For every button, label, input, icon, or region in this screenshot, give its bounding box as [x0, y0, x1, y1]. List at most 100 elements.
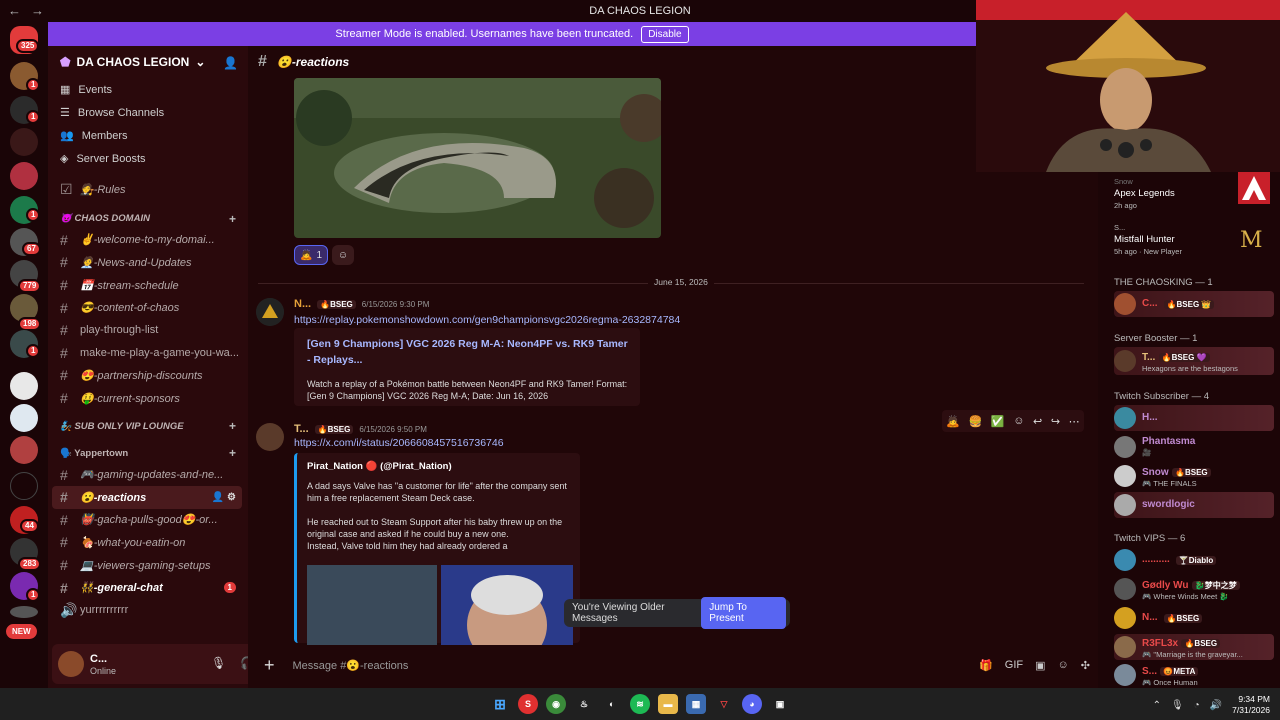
forward-arrow-icon[interactable]: → [31, 3, 44, 18]
server-icon[interactable] [10, 472, 38, 500]
new-pill[interactable]: NEW [6, 624, 37, 639]
channel-item[interactable]: # ✌️-welcome-to-my-domai... [48, 229, 242, 252]
add-reaction-button[interactable]: ☺ [332, 245, 354, 265]
author-name[interactable]: T... [294, 423, 309, 435]
server-icon[interactable] [10, 436, 38, 464]
embed-image[interactable] [307, 565, 437, 645]
server-icon[interactable] [10, 404, 38, 432]
channel-item[interactable]: # 😍-partnership-discounts [48, 364, 242, 387]
channel-general-chat[interactable]: # 👯-general-chat 1 [48, 576, 242, 599]
member-row[interactable]: .......... 🍸Diablo [1114, 547, 1274, 573]
sticker-icon[interactable]: ▣ [1035, 659, 1045, 672]
server-icon[interactable] [10, 162, 38, 190]
embed-image[interactable] [441, 565, 573, 665]
add-channel-icon[interactable]: + [229, 419, 236, 433]
channel-rules[interactable]: ☑ 🧑‍⚖️-Rules [48, 178, 242, 201]
channel-item[interactable]: # 💻-viewers-gaming-setups [48, 554, 242, 577]
add-reaction-icon[interactable]: ☺ [1013, 415, 1024, 427]
chrome-icon[interactable]: ◉ [546, 694, 566, 714]
channel-item[interactable]: # 🎮-gaming-updates-and-ne... [48, 463, 242, 486]
avatar[interactable] [58, 651, 84, 677]
channel-item[interactable]: # 🤑-current-sponsors [48, 387, 242, 410]
disable-button[interactable]: Disable [641, 25, 689, 43]
nav-server-boosts[interactable]: ◈ Server Boosts [48, 147, 248, 170]
microphone-icon[interactable]: 🎙 [1171, 700, 1184, 711]
member-row[interactable]: swordlogic [1114, 492, 1274, 518]
chevron-up-icon[interactable]: ⌃ [1153, 700, 1161, 711]
file-explorer-icon[interactable]: ▬ [658, 694, 678, 714]
message-input[interactable]: Message #😮-reactions [293, 659, 409, 672]
app-icon[interactable]: ◐ [602, 694, 622, 714]
channel-settings-icon[interactable]: 👤 ⚙ [212, 492, 236, 503]
nav-members[interactable]: 👥 Members [48, 124, 248, 147]
check-reaction-icon[interactable]: ✅ [991, 415, 1005, 428]
channel-item[interactable]: # 🧑‍💼-News-and-Updates [48, 251, 242, 274]
gift-icon[interactable]: 🎁 [979, 659, 993, 672]
reply-icon[interactable]: ↩ [1033, 415, 1042, 428]
channel-item[interactable]: # 😎-content-of-chaos [48, 296, 242, 319]
store-icon[interactable]: ▦ [686, 694, 706, 714]
author-name[interactable]: N... [294, 298, 311, 310]
add-channel-icon[interactable]: + [229, 212, 236, 226]
jump-to-present-button[interactable]: Jump To Present [701, 597, 786, 629]
category-yappertown[interactable]: 🗣️ Yappertown + [48, 443, 248, 463]
member-row[interactable]: H... [1114, 405, 1274, 431]
microphone-icon[interactable]: 🎙 [211, 656, 226, 670]
attach-plus-icon[interactable]: + [264, 655, 275, 676]
app-icon[interactable]: S [518, 694, 538, 714]
activity-card[interactable]: S... Mistfall Hunter 5h ago · New Player [1114, 222, 1182, 258]
spotify-icon[interactable]: ≋ [630, 694, 650, 714]
member-row[interactable]: N... 🔥BSEG [1114, 605, 1274, 631]
nav-events[interactable]: ▦ Events [48, 78, 248, 101]
member-row[interactable]: C... 🔥BSEG 👑 [1114, 291, 1274, 317]
member-row[interactable]: Gødly Wu 🐉梦中之梦 🎮 Where Winds Meet 🐉 [1114, 576, 1274, 602]
message-link[interactable]: https://replay.pokemonshowdown.com/gen9c… [294, 314, 680, 326]
channel-item[interactable]: # play-through-list [48, 319, 242, 342]
channel-item[interactable]: # 🍖-what-you-eatin-on [48, 531, 242, 554]
avatar[interactable] [256, 423, 284, 451]
voice-channel[interactable]: 🔊 yurrrrrrrrrr [48, 599, 242, 622]
nav-browse-channels[interactable]: ☰ Browse Channels [48, 101, 248, 124]
windows-start-icon[interactable]: ⊞ [490, 694, 510, 714]
back-arrow-icon[interactable]: ← [8, 3, 21, 18]
embed-title[interactable]: [Gen 9 Champions] VGC 2026 Reg M-A: Neon… [307, 336, 630, 368]
steam-icon[interactable]: ♨ [574, 694, 594, 714]
message-composer[interactable]: + Message #😮-reactions 🎁 GIF ▣ ☺ ✣ [250, 648, 1096, 682]
server-icon[interactable] [10, 606, 38, 618]
discord-icon[interactable]: ◕ [742, 694, 762, 714]
member-row[interactable]: R3FL3x 🔥BSEG 🎮 "Marriage is the graveyar… [1114, 634, 1274, 660]
more-icon[interactable]: ⋯ [1069, 415, 1080, 428]
server-icon[interactable] [10, 128, 38, 156]
avatar[interactable] [256, 298, 284, 326]
app-icon[interactable]: ▽ [714, 694, 734, 714]
member-row[interactable]: Phantasma 🎥 [1114, 434, 1274, 460]
emoji-icon[interactable]: ☺ [1058, 659, 1069, 672]
member-row[interactable]: Snow 🔥BSEG 🎮 THE FINALS [1114, 463, 1274, 489]
emoji-reaction-icon[interactable]: 🍔 [969, 415, 983, 428]
server-header[interactable]: ⬟ DA CHAOS LEGION ⌄ 👤 [48, 46, 248, 78]
message-image[interactable] [294, 78, 661, 238]
gif-icon[interactable]: GIF [1005, 659, 1023, 672]
app-icon[interactable]: ▣ [770, 694, 790, 714]
category-chaos-domain[interactable]: 😈 CHAOS DOMAIN + [48, 209, 248, 229]
channel-item[interactable]: # make-me-play-a-game-you-wa... [48, 342, 242, 365]
add-channel-icon[interactable]: + [229, 446, 236, 460]
channel-item[interactable]: # 📅-stream-schedule [48, 274, 242, 297]
category-vip-lounge[interactable]: 🧞 SUB ONLY VIP LOUNGE + [48, 416, 248, 436]
emoji-reaction-icon[interactable]: 🙇 [946, 415, 960, 428]
reaction-pill[interactable]: 🙇 1 [294, 245, 328, 265]
channel-item[interactable]: # 👹-gacha-pulls-good😍-or... [48, 509, 242, 532]
volume-icon[interactable]: 🔊 [1210, 700, 1222, 711]
member-row[interactable]: S... 😡META 🎮 Once Human [1114, 662, 1274, 688]
message-link[interactable]: https://x.com/i/status/20666084575167367… [294, 437, 504, 449]
member-row[interactable]: T... 🔥BSEG 💜 Hexagons are the bestagons [1114, 347, 1274, 375]
embed-author[interactable]: Pirat_Nation 🔴 (@Pirat_Nation) [307, 461, 570, 472]
channel-reactions-active[interactable]: # 😮-reactions 👤 ⚙ [52, 485, 242, 509]
apps-icon[interactable]: ✣ [1081, 659, 1090, 672]
clock[interactable]: 9:34 PM 7/31/2026 [1232, 694, 1270, 716]
activity-card[interactable]: Snow Apex Legends 2h ago [1114, 176, 1175, 212]
forward-icon[interactable]: ↪ [1051, 415, 1060, 428]
invite-icon[interactable]: 👤 [223, 56, 238, 70]
server-icon[interactable] [10, 372, 38, 400]
network-icon[interactable]: ◔ [1194, 700, 1200, 711]
